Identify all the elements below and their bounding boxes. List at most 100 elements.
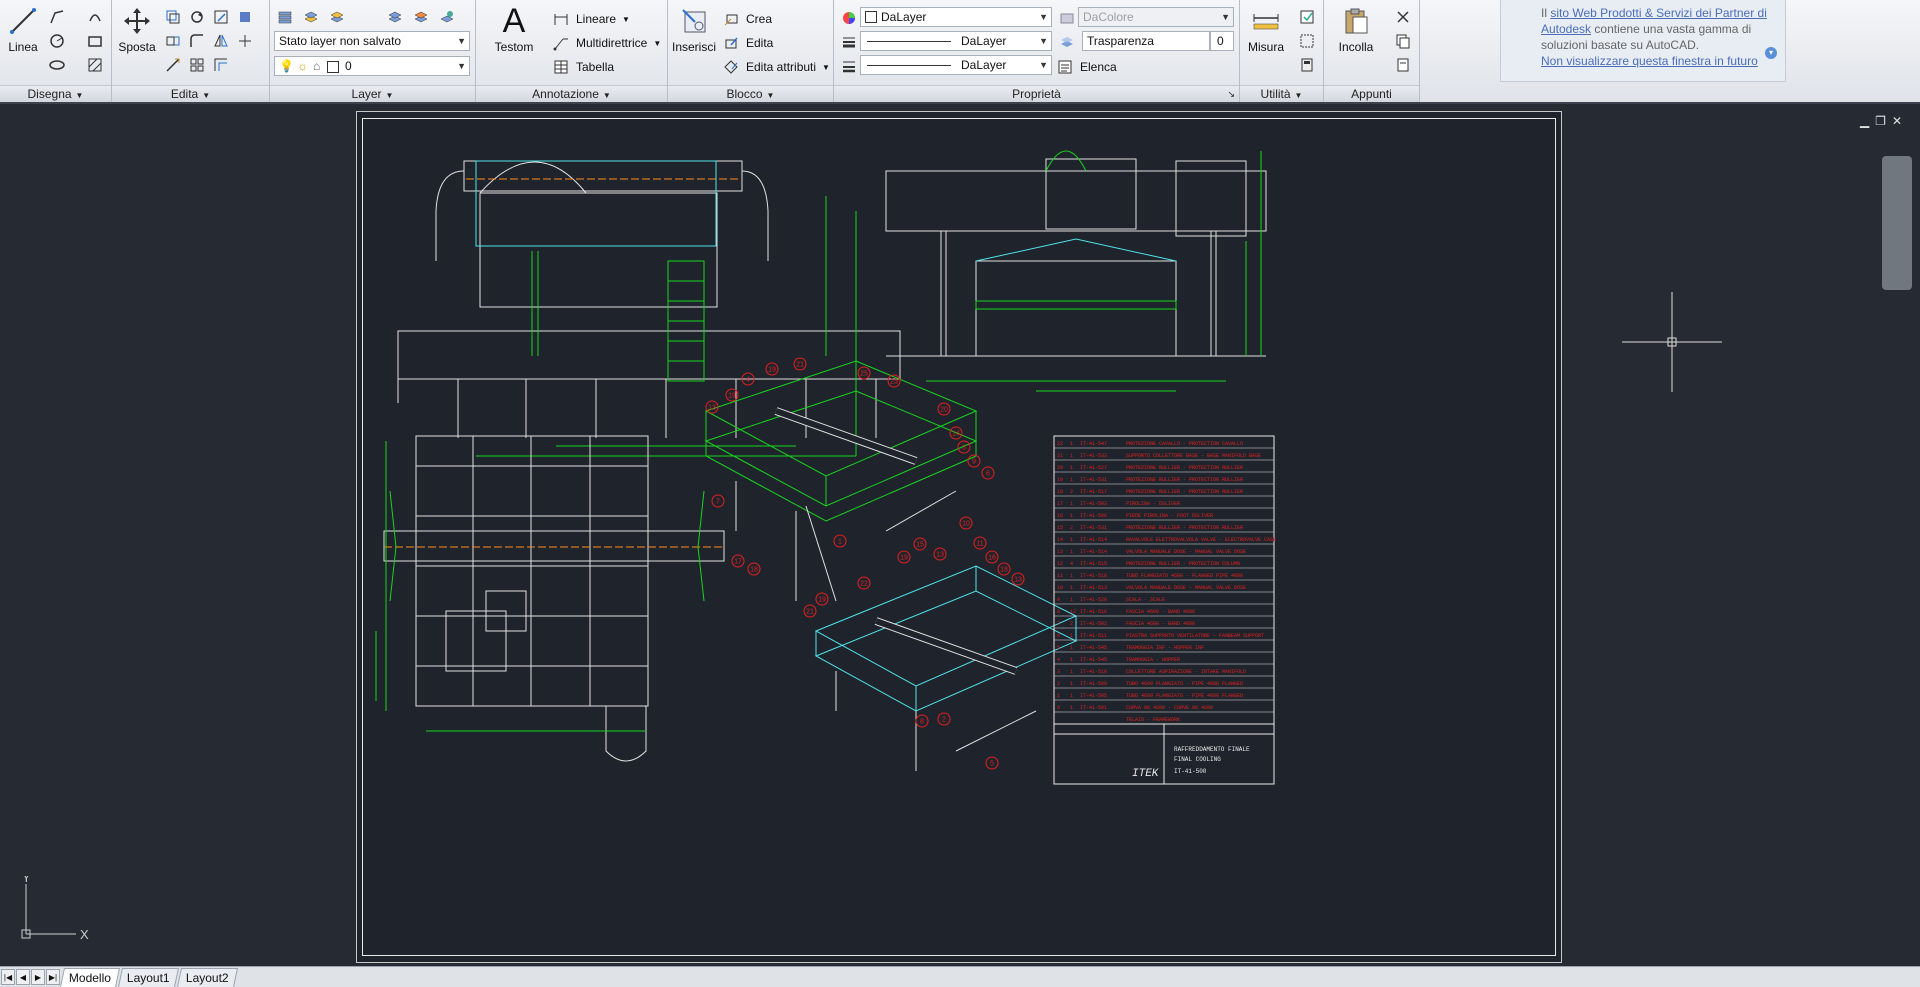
rectangle-icon[interactable] xyxy=(84,30,106,52)
measure-icon xyxy=(1249,4,1283,38)
balloon-label: 1 xyxy=(838,539,842,546)
bom-cell: IT-41-502 xyxy=(1080,621,1107,627)
array-icon[interactable] xyxy=(186,54,208,76)
tab-model[interactable]: Modello xyxy=(59,967,121,987)
collapse-icon[interactable]: ▾ xyxy=(1765,47,1777,59)
edit-block-button[interactable]: Edita xyxy=(722,34,773,52)
prev-tab-icon[interactable]: ◀ xyxy=(16,969,30,985)
copy-clip-icon[interactable] xyxy=(1392,30,1414,52)
restore-icon[interactable]: ❐ xyxy=(1875,114,1892,128)
bom-cell: 1 xyxy=(1070,681,1073,687)
next-tab-icon[interactable]: ▶ xyxy=(31,969,45,985)
bom-cell: IT-41-509 xyxy=(1080,681,1107,687)
insert-block-button[interactable]: Inserisci xyxy=(670,4,718,54)
layer-freeze-icon[interactable] xyxy=(384,6,406,28)
copy-icon[interactable] xyxy=(162,6,184,28)
layer-lock-icon[interactable] xyxy=(410,6,432,28)
layer-properties-icon[interactable] xyxy=(274,6,296,28)
edit-attributes-button[interactable]: Edita attributi ▼ xyxy=(722,58,830,76)
ellipse-icon[interactable] xyxy=(46,54,68,76)
scale-icon[interactable] xyxy=(162,54,184,76)
transparency-value-field[interactable]: 0 xyxy=(1210,31,1234,51)
layer-off-icon[interactable] xyxy=(326,6,348,28)
panel-title-blocco[interactable]: Blocco ▼ xyxy=(668,85,833,102)
chevron-down-icon: ▼ xyxy=(653,38,662,48)
transparency-field[interactable]: Trasparenza xyxy=(1082,31,1210,51)
hatch-icon[interactable] xyxy=(84,54,106,76)
tab-layout2[interactable]: Layout2 xyxy=(176,967,238,987)
color-wheel-icon[interactable] xyxy=(838,7,860,29)
layer-isolate-icon[interactable] xyxy=(300,6,322,28)
last-tab-icon[interactable]: ▶| xyxy=(46,969,60,985)
move-label: Sposta xyxy=(118,40,156,54)
list-button[interactable]: Elenca xyxy=(1056,58,1117,76)
create-block-button[interactable]: Crea xyxy=(722,10,772,28)
close-icon[interactable]: ✕ xyxy=(1892,114,1908,128)
drawing-canvas[interactable]: 22 1 IT-41-547 PROTEZIONE CAVALLO - PROTECT… xyxy=(356,111,1562,963)
dont-show-link[interactable]: Non visualizzare questa finestra in futu… xyxy=(1541,54,1758,68)
tab-layout1[interactable]: Layout1 xyxy=(118,967,179,987)
explode-icon[interactable] xyxy=(234,30,256,52)
transparency-icon[interactable] xyxy=(1056,31,1078,53)
panel-title-disegna[interactable]: Disegna ▼ xyxy=(0,85,111,102)
bom-cell: IT-41-531 xyxy=(1080,525,1107,531)
chevron-down-icon: ▼ xyxy=(202,91,211,100)
linear-dimension-button[interactable]: Lineare ▼ xyxy=(552,10,630,28)
minimize-icon[interactable]: ▁ xyxy=(1860,114,1875,128)
circle-icon[interactable] xyxy=(46,30,68,52)
appunti-title: Appunti xyxy=(1351,87,1392,101)
quick-select-icon[interactable] xyxy=(1296,6,1318,28)
panel-title-annotazione[interactable]: Annotazione ▼ xyxy=(476,85,667,102)
panel-title-proprieta[interactable]: Proprietà ↘ xyxy=(834,85,1239,102)
offset-icon[interactable] xyxy=(210,54,232,76)
trim-icon[interactable] xyxy=(210,6,232,28)
move-button[interactable]: Sposta xyxy=(114,4,160,54)
panel-title-edita[interactable]: Edita ▼ xyxy=(112,85,269,102)
bom-cell: 8 xyxy=(1057,609,1060,615)
navigation-bar[interactable] xyxy=(1882,156,1912,290)
calculator-icon[interactable] xyxy=(1296,54,1318,76)
plot-style-combo[interactable]: DaColore ▼ xyxy=(1078,7,1234,27)
polyline-icon[interactable] xyxy=(46,6,68,28)
select-all-icon[interactable] xyxy=(1296,30,1318,52)
erase-icon[interactable] xyxy=(234,6,256,28)
plot-style-icon[interactable] xyxy=(1056,7,1078,29)
match-properties-icon[interactable] xyxy=(1392,54,1414,76)
cut-icon[interactable] xyxy=(1392,6,1414,28)
measure-button[interactable]: Misura xyxy=(1242,4,1290,54)
bom-cell: IT-41-527 xyxy=(1080,465,1107,471)
paste-button[interactable]: Incolla xyxy=(1326,4,1386,54)
color-combo[interactable]: DaLayer ▼ xyxy=(860,7,1052,27)
edit-label: Edita xyxy=(746,36,774,50)
lineweight-combo[interactable]: DaLayer ▼ xyxy=(860,55,1052,75)
panel-title-layer[interactable]: Layer ▼ xyxy=(270,85,475,102)
bom-cell: 1 xyxy=(1070,597,1073,603)
table-button[interactable]: Tabella xyxy=(552,58,614,76)
layer-match-icon[interactable] xyxy=(436,6,458,28)
linetype-icon[interactable] xyxy=(838,31,860,53)
layer-state-value: Stato layer non salvato xyxy=(279,34,402,48)
multileader-button[interactable]: Multidirettrice ▼ xyxy=(552,34,661,52)
linetype-combo[interactable]: DaLayer ▼ xyxy=(860,31,1052,51)
bom-cell: 1 xyxy=(1070,573,1073,579)
layer-state-combo[interactable]: Stato layer non salvato ▼ xyxy=(274,31,470,51)
balloon-label: 7 xyxy=(716,499,720,506)
lineweight-icon[interactable] xyxy=(838,55,860,77)
first-tab-icon[interactable]: |◀ xyxy=(1,969,15,985)
panel-title-utilita[interactable]: Utilità ▼ xyxy=(1240,85,1323,102)
ucs-icon: Y X xyxy=(21,876,89,942)
bom-cell: 2 xyxy=(1057,681,1060,687)
dialog-launcher-icon[interactable]: ↘ xyxy=(1227,86,1235,102)
fillet-icon[interactable] xyxy=(186,30,208,52)
arc-icon[interactable] xyxy=(84,6,106,28)
current-layer-combo[interactable]: 💡 ☼ ⌂ 0 ▼ xyxy=(274,56,470,76)
panel-title-appunti[interactable]: Appunti xyxy=(1324,85,1419,102)
stretch-icon[interactable] xyxy=(162,30,184,52)
panel-proprieta: DaLayer ▼ DaLayer ▼ DaLayer ▼ DaColore ▼ Tra… xyxy=(834,0,1240,102)
mirror-icon[interactable] xyxy=(210,30,232,52)
mtext-button[interactable]: A Testom xyxy=(492,2,536,55)
line-button[interactable]: Linea xyxy=(4,4,42,54)
balloon-label: 3 xyxy=(962,445,966,452)
rotate-icon[interactable] xyxy=(186,6,208,28)
crosshair-cursor xyxy=(1622,292,1722,392)
